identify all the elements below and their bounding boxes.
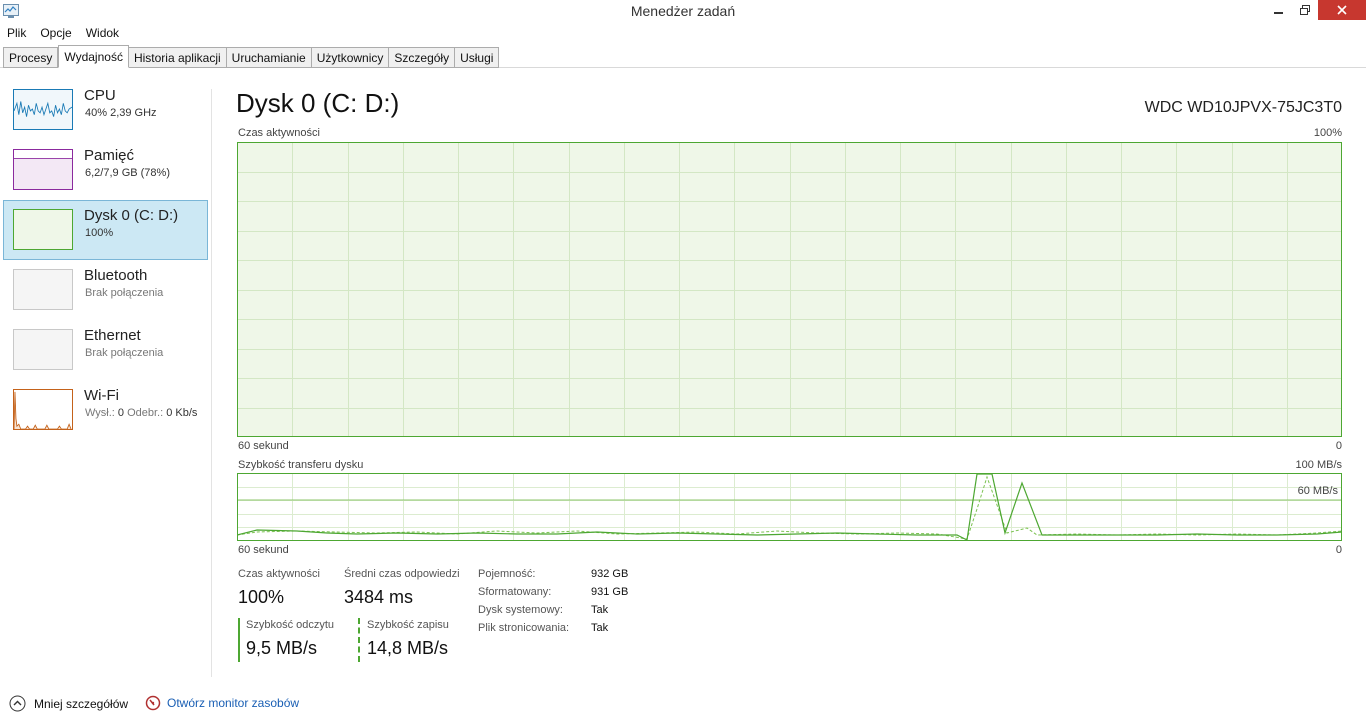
active-time-graph-duration: 60 sekund (238, 440, 289, 452)
disk-model: WDC WD10JPVX-75JC3T0 (1144, 99, 1342, 116)
write-rate-value: 14,8 MB/s (367, 638, 449, 658)
active-time-label: Czas aktywności (238, 568, 320, 580)
sidebar-item-subtitle: 6,2/7,9 GB (78%) (85, 167, 170, 179)
tab-app-history[interactable]: Historia aplikacji (128, 47, 227, 68)
menu-file[interactable]: Plik (0, 24, 33, 42)
active-time-value: 100% (238, 587, 285, 607)
open-resource-monitor-link[interactable]: Otwórz monitor zasobów (145, 695, 299, 711)
wifi-graph-icon (13, 389, 73, 430)
active-time-graph-max: 100% (1313, 127, 1342, 139)
cpu-graph-icon (13, 89, 73, 130)
system-disk-label: Dysk systemowy: (478, 604, 563, 616)
sidebar-item-subtitle: Brak połączenia (85, 347, 164, 359)
sidebar-item-title: Ethernet (84, 327, 141, 344)
read-rate-label: Szybkość odczytu (246, 619, 335, 631)
close-icon (1337, 5, 1347, 15)
sidebar-item-title: Pamięć (84, 147, 135, 164)
chevron-up-circle-icon (9, 695, 26, 712)
capacity-label: Pojemność: (478, 568, 536, 580)
window-title: Menedżer zadań (630, 3, 736, 19)
page-file-value: Tak (591, 622, 609, 634)
disk-graph-icon (13, 209, 73, 250)
transfer-graph-zero: 0 (1335, 544, 1342, 556)
system-disk-value: Tak (591, 604, 609, 616)
capacity-value: 932 GB (591, 568, 629, 580)
sidebar-item-memory[interactable]: Pamięć 6,2/7,9 GB (78%) (3, 140, 208, 200)
transfer-graph-label: Szybkość transferu dysku (238, 459, 364, 471)
sidebar-item-subtitle: 40% 2,39 GHz (85, 107, 157, 119)
response-time-value: 3484 ms (344, 587, 414, 607)
transfer-graph-duration: 60 sekund (238, 544, 289, 556)
formatted-label: Sformatowany: (478, 586, 552, 598)
sidebar-item-subtitle: Brak połączenia (85, 287, 164, 299)
title-bar: Menedżer zadań (0, 0, 1366, 24)
write-rate-label: Szybkość zapisu (367, 619, 449, 631)
read-rate-indicator (238, 618, 240, 662)
sidebar-divider (211, 89, 212, 677)
memory-graph-icon (13, 149, 73, 190)
minimize-button[interactable] (1266, 0, 1292, 20)
minimize-icon (1274, 12, 1283, 14)
active-time-graph-label: Czas aktywności (238, 127, 320, 139)
read-rate-value: 9,5 MB/s (246, 638, 318, 658)
wifi-received-value: 0 Kb/s (166, 407, 198, 419)
transfer-graph-max: 100 MB/s (1295, 459, 1342, 471)
sidebar-item-subtitle: Wysł.: 0 Odebr.: 0 Kb/s (85, 407, 197, 419)
tab-processes[interactable]: Procesy (3, 47, 59, 68)
transfer-graph-mid: 60 MB/s (1297, 485, 1338, 497)
sidebar-item-cpu[interactable]: CPU 40% 2,39 GHz (3, 80, 208, 140)
sidebar-item-bluetooth[interactable]: Bluetooth Brak połączenia (3, 260, 208, 320)
fewer-details-label: Mniej szczegółów (34, 696, 129, 711)
response-time-label: Średni czas odpowiedzi (344, 568, 460, 580)
page-title: Dysk 0 (C: D:) (236, 88, 400, 118)
sidebar-item-ethernet[interactable]: Ethernet Brak połączenia (3, 320, 208, 380)
tab-startup[interactable]: Uruchamianie (226, 47, 312, 68)
write-rate-indicator (358, 618, 360, 662)
resource-sidebar: CPU 40% 2,39 GHz Pamięć 6,2/7,9 GB (78%)… (3, 80, 209, 440)
open-resource-monitor-label: Otwórz monitor zasobów (167, 696, 300, 710)
tab-users[interactable]: Użytkownicy (311, 47, 390, 68)
active-time-graph-zero: 0 (1335, 440, 1342, 452)
fewer-details-button[interactable]: Mniej szczegółów (9, 695, 128, 712)
close-button[interactable] (1318, 0, 1366, 20)
restore-button[interactable] (1292, 0, 1318, 20)
menu-view[interactable]: Widok (79, 24, 126, 42)
menu-bar: Plik Opcje Widok (0, 24, 126, 44)
sidebar-item-wifi[interactable]: Wi-Fi Wysł.: 0 Odebr.: 0 Kb/s (3, 380, 208, 440)
wifi-received-label: Odebr.: (124, 407, 167, 419)
ethernet-graph-icon (13, 329, 73, 370)
sidebar-item-title: Dysk 0 (C: D:) (84, 207, 179, 224)
formatted-value: 931 GB (591, 586, 629, 598)
active-time-graph[interactable] (237, 142, 1342, 437)
tab-performance[interactable]: Wydajność (58, 45, 129, 68)
tab-details[interactable]: Szczegóły (389, 47, 456, 68)
menu-options[interactable]: Opcje (33, 24, 78, 42)
resource-monitor-icon (145, 695, 161, 711)
tab-services[interactable]: Usługi (455, 47, 500, 68)
sidebar-item-disk[interactable]: Dysk 0 (C: D:) 100% (3, 200, 208, 260)
sidebar-item-title: Wi-Fi (84, 387, 119, 404)
tab-strip: Procesy Wydajność Historia aplikacji Uru… (3, 45, 500, 68)
page-file-label: Plik stronicowania: (478, 622, 570, 634)
restore-icon (1300, 5, 1310, 15)
sidebar-item-title: Bluetooth (84, 267, 148, 284)
sidebar-item-title: CPU (84, 87, 116, 104)
sidebar-item-subtitle: 100% (85, 227, 114, 239)
bluetooth-graph-icon (13, 269, 73, 310)
wifi-sent-label: Wysł.: (85, 407, 118, 419)
transfer-rate-graph[interactable] (237, 473, 1342, 541)
